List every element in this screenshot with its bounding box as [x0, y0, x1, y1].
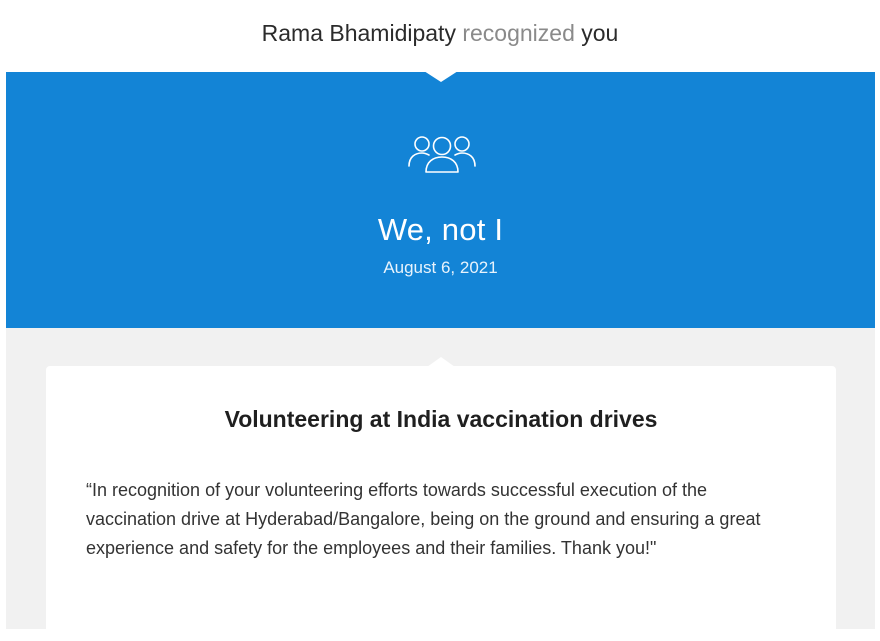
award-date: August 6, 2021 [383, 258, 498, 277]
banner-notch [423, 71, 458, 82]
message-area: Volunteering at India vaccination drives… [6, 328, 875, 641]
people-group-icon [408, 136, 476, 173]
action-text: recognized [462, 19, 575, 46]
recipient-text: you [581, 19, 619, 46]
sender-name[interactable]: Rama Bhamidipaty [262, 20, 456, 47]
recognition-message: “In recognition of your volunteering eff… [86, 480, 761, 558]
card-notch [427, 357, 455, 367]
recognition-header: Rama Bhamidipaty recognized you [0, 0, 880, 66]
card-title: Volunteering at India vaccination drives [224, 406, 658, 432]
recognition-card: Volunteering at India vaccination drives… [46, 357, 836, 641]
award-title: We, not I [377, 212, 504, 247]
award-banner: We, not I August 6, 2021 [6, 71, 875, 328]
